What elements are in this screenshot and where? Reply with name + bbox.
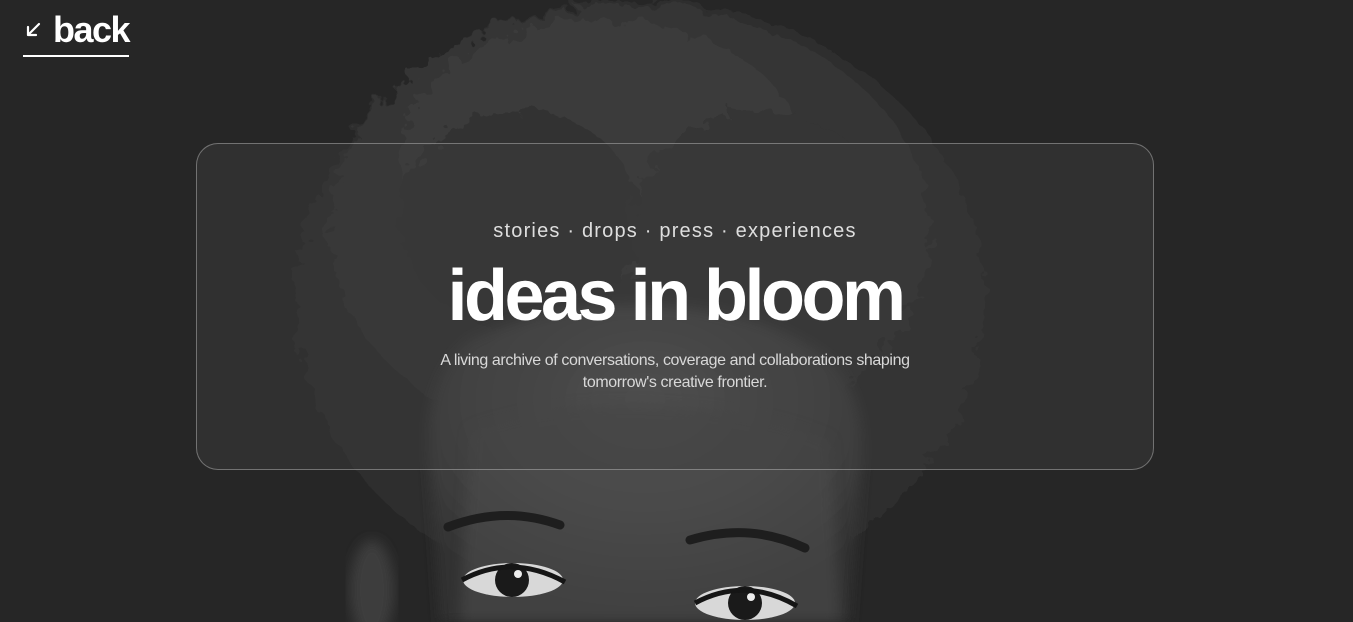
hero-card: stories · drops · press · experiences id… [196, 143, 1154, 470]
page: back stories · drops · press · experienc… [0, 0, 1353, 622]
hero-description: A living archive of conversations, cover… [440, 352, 910, 391]
arrow-down-left-icon [23, 20, 43, 40]
hero-tagline: stories · drops · press · experiences [493, 220, 857, 242]
back-link[interactable]: back [23, 9, 131, 57]
hero-headline: ideas in bloom [447, 256, 906, 336]
back-label: back [53, 9, 131, 50]
